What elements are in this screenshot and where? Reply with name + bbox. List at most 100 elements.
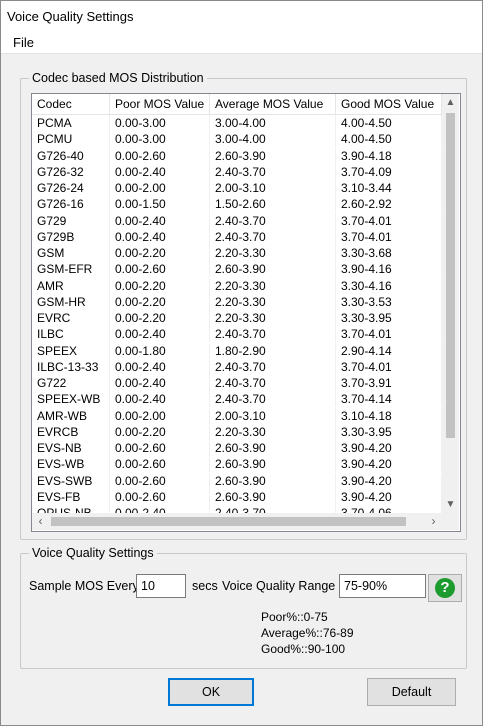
sample-mos-input[interactable]: 10 [136, 574, 186, 598]
codec-cell: EVRCB [32, 423, 110, 440]
average-mos-cell: 3.00-4.00 [210, 115, 336, 131]
codec-cell: EVRC [32, 310, 110, 326]
scroll-down-arrow-icon[interactable]: ▼ [442, 496, 459, 513]
poor-mos-cell: 0.00-2.20 [110, 293, 210, 310]
codec-cell: ILBC [32, 326, 110, 343]
good-mos-cell: 3.70-4.06 [336, 505, 442, 513]
column-header-average[interactable]: Average MOS Value [210, 94, 336, 114]
codec-cell: AMR [32, 277, 110, 294]
poor-mos-cell: 0.00-2.00 [110, 407, 210, 424]
good-mos-cell: 3.10-3.44 [336, 180, 442, 196]
scroll-left-arrow-icon[interactable]: ‹ [32, 513, 49, 530]
good-mos-cell: 3.90-4.20 [336, 472, 442, 489]
table-row[interactable]: PCMU 0.00-3.00 3.00-4.00 4.00-4.50 [32, 131, 442, 148]
scroll-right-arrow-icon[interactable]: › [425, 513, 442, 530]
good-mos-cell: 3.70-4.09 [336, 163, 442, 180]
average-mos-cell: 2.60-3.90 [210, 456, 336, 473]
table-row[interactable]: EVS-FB 0.00-2.60 2.60-3.90 3.90-4.20 [32, 488, 442, 505]
codec-cell: ILBC-13-33 [32, 358, 110, 375]
codec-cell: EVS-SWB [32, 472, 110, 489]
poor-mos-cell: 0.00-2.40 [110, 375, 210, 391]
question-mark-icon: ? [435, 578, 455, 598]
table-row[interactable]: EVS-SWB 0.00-2.60 2.60-3.90 3.90-4.20 [32, 472, 442, 489]
help-button[interactable]: ? [428, 574, 462, 602]
title-bar: Voice Quality Settings [1, 1, 482, 31]
default-button[interactable]: Default [367, 678, 456, 706]
table-row[interactable]: PCMA 0.00-3.00 3.00-4.00 4.00-4.50 [32, 115, 442, 131]
voice-quality-legend: Voice Quality Settings [29, 546, 157, 560]
good-mos-cell: 3.70-4.01 [336, 326, 442, 343]
table-row[interactable]: ILBC 0.00-2.40 2.40-3.70 3.70-4.01 [32, 326, 442, 343]
poor-mos-cell: 0.00-2.40 [110, 358, 210, 375]
horizontal-scroll-thumb[interactable] [51, 517, 406, 526]
table-row[interactable]: EVRC 0.00-2.20 2.20-3.30 3.30-3.95 [32, 310, 442, 326]
vertical-scrollbar[interactable]: ▲ ▼ [442, 94, 459, 513]
table-row[interactable]: EVS-WB 0.00-2.60 2.60-3.90 3.90-4.20 [32, 456, 442, 473]
codec-cell: G726-24 [32, 180, 110, 196]
table-row[interactable]: AMR-WB 0.00-2.00 2.00-3.10 3.10-4.18 [32, 407, 442, 424]
poor-mos-cell: 0.00-2.40 [110, 163, 210, 180]
table-row[interactable]: SPEEX 0.00-1.80 1.80-2.90 2.90-4.14 [32, 342, 442, 359]
table-row[interactable]: G729B 0.00-2.40 2.40-3.70 3.70-4.01 [32, 228, 442, 245]
good-range-text: Good%::90-100 [261, 642, 346, 656]
codec-cell: AMR-WB [32, 407, 110, 424]
table-row[interactable]: GSM-HR 0.00-2.20 2.20-3.30 3.30-3.53 [32, 293, 442, 310]
horizontal-scrollbar[interactable]: ‹ › [32, 513, 442, 530]
poor-mos-cell: 0.00-2.40 [110, 228, 210, 245]
codec-cell: G722 [32, 375, 110, 391]
average-mos-cell: 2.20-3.30 [210, 310, 336, 326]
poor-mos-cell: 0.00-2.40 [110, 505, 210, 513]
good-mos-cell: 3.30-3.95 [336, 310, 442, 326]
table-row[interactable]: G722 0.00-2.40 2.40-3.70 3.70-3.91 [32, 375, 442, 391]
poor-mos-cell: 0.00-2.40 [110, 212, 210, 229]
codec-cell: GSM-HR [32, 293, 110, 310]
column-header-poor[interactable]: Poor MOS Value [110, 94, 210, 114]
average-mos-cell: 2.60-3.90 [210, 472, 336, 489]
table-row[interactable]: ILBC-13-33 0.00-2.40 2.40-3.70 3.70-4.01 [32, 358, 442, 375]
table-row[interactable]: SPEEX-WB 0.00-2.40 2.40-3.70 3.70-4.14 [32, 391, 442, 408]
codec-cell: G726-16 [32, 196, 110, 213]
poor-mos-cell: 0.00-2.20 [110, 310, 210, 326]
codec-cell: EVS-NB [32, 440, 110, 456]
good-mos-cell: 3.90-4.20 [336, 440, 442, 456]
ok-button[interactable]: OK [168, 678, 254, 706]
codec-cell: PCMU [32, 131, 110, 148]
good-mos-cell: 3.90-4.18 [336, 147, 442, 164]
good-mos-cell: 3.30-3.53 [336, 293, 442, 310]
menu-file[interactable]: File [11, 35, 36, 50]
table-row[interactable]: EVRCB 0.00-2.20 2.20-3.30 3.30-3.95 [32, 423, 442, 440]
table-row[interactable]: G726-40 0.00-2.60 2.60-3.90 3.90-4.18 [32, 147, 442, 164]
table-row[interactable]: AMR 0.00-2.20 2.20-3.30 3.30-4.16 [32, 277, 442, 294]
good-mos-cell: 3.90-4.16 [336, 261, 442, 278]
table-row[interactable]: GSM-EFR 0.00-2.60 2.60-3.90 3.90-4.16 [32, 261, 442, 278]
codec-cell: GSM [32, 245, 110, 261]
voice-quality-range-input[interactable]: 75-90% [339, 574, 426, 598]
codec-mos-list[interactable]: Codec Poor MOS Value Average MOS Value G… [31, 93, 461, 532]
table-row[interactable]: G726-32 0.00-2.40 2.40-3.70 3.70-4.09 [32, 163, 442, 180]
average-mos-cell: 2.40-3.70 [210, 326, 336, 343]
vertical-scroll-thumb[interactable] [446, 113, 455, 438]
scroll-up-arrow-icon[interactable]: ▲ [442, 94, 459, 111]
table-row[interactable]: OPUS-NB 0.00-2.40 2.40-3.70 3.70-4.06 [32, 505, 442, 513]
average-mos-cell: 2.40-3.70 [210, 375, 336, 391]
poor-mos-cell: 0.00-2.40 [110, 391, 210, 408]
codec-cell: G729 [32, 212, 110, 229]
table-row[interactable]: EVS-NB 0.00-2.60 2.60-3.90 3.90-4.20 [32, 440, 442, 456]
good-mos-cell: 3.70-4.01 [336, 358, 442, 375]
average-mos-cell: 2.00-3.10 [210, 180, 336, 196]
list-header: Codec Poor MOS Value Average MOS Value G… [32, 94, 442, 115]
column-header-codec[interactable]: Codec [32, 94, 110, 114]
voice-quality-groupbox: Voice Quality Settings [20, 546, 467, 669]
average-mos-cell: 1.80-2.90 [210, 342, 336, 359]
column-header-good[interactable]: Good MOS Value [336, 94, 442, 114]
table-row[interactable]: G726-16 0.00-1.50 1.50-2.60 2.60-2.92 [32, 196, 442, 213]
good-mos-cell: 3.30-4.16 [336, 277, 442, 294]
table-row[interactable]: G729 0.00-2.40 2.40-3.70 3.70-4.01 [32, 212, 442, 229]
average-mos-cell: 2.40-3.70 [210, 391, 336, 408]
table-row[interactable]: GSM 0.00-2.20 2.20-3.30 3.30-3.68 [32, 245, 442, 261]
good-mos-cell: 4.00-4.50 [336, 115, 442, 131]
average-mos-cell: 2.20-3.30 [210, 277, 336, 294]
poor-mos-cell: 0.00-1.50 [110, 196, 210, 213]
table-row[interactable]: G726-24 0.00-2.00 2.00-3.10 3.10-3.44 [32, 180, 442, 196]
good-mos-cell: 3.70-4.01 [336, 228, 442, 245]
